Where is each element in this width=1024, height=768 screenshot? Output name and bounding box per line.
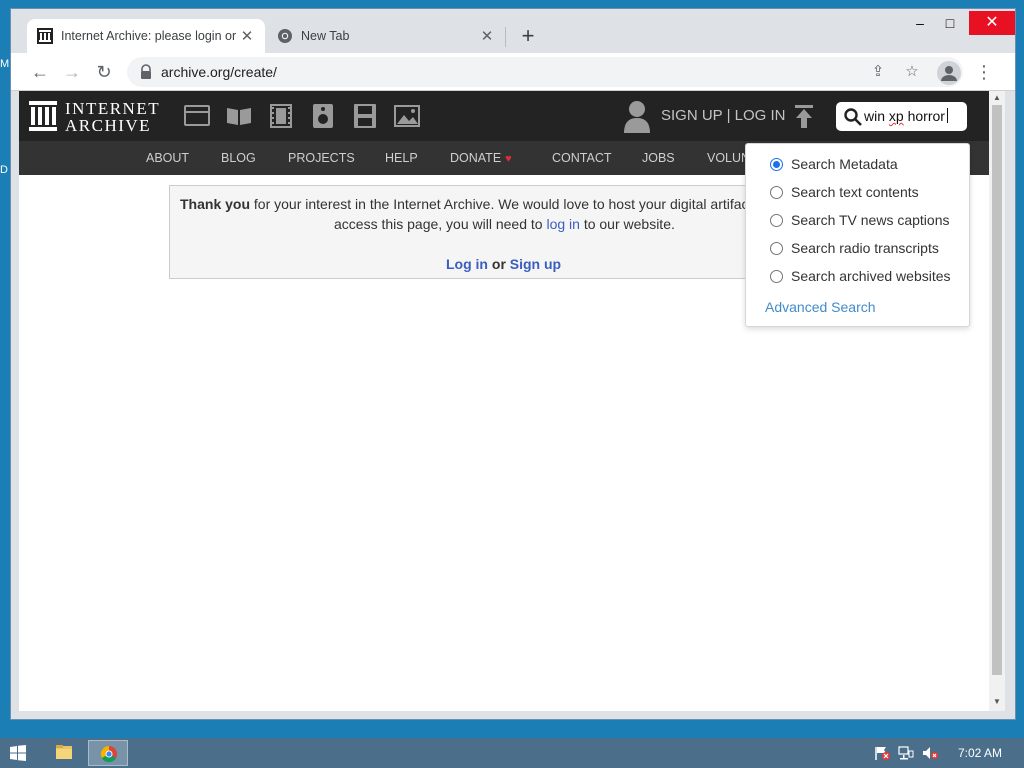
- notice-actions: Log in or Sign up: [446, 256, 562, 272]
- browser-toolbar: ← → ↻ archive.org/create/ ⇪ ☆ ⋮: [11, 53, 1015, 91]
- notice-line-2: access this page, you will need to log i…: [334, 216, 675, 232]
- texts-icon[interactable]: [225, 103, 253, 129]
- search-option-metadata[interactable]: Search Metadata: [770, 156, 898, 172]
- ia-logo[interactable]: INTERNET ARCHIVE: [29, 99, 169, 135]
- nav-jobs[interactable]: JOBS: [642, 151, 675, 165]
- page-viewport: INTERNET ARCHIVE SIGN UP | LOG IN win xp…: [19, 91, 989, 711]
- volume-muted-icon[interactable]: [922, 746, 938, 760]
- notice-line-1: Thank you for your interest in the Inter…: [180, 196, 749, 212]
- search-icon: [844, 108, 862, 126]
- nav-blog[interactable]: BLOG: [221, 151, 256, 165]
- ia-topnav: INTERNET ARCHIVE SIGN UP | LOG IN win xp…: [19, 91, 989, 141]
- radio-button[interactable]: [770, 213, 783, 227]
- search-option-websites[interactable]: Search archived websites: [770, 268, 951, 284]
- minimize-button[interactable]: –: [905, 11, 935, 35]
- heart-icon: ♥: [505, 153, 512, 165]
- tab-new-tab[interactable]: New Tab ✕: [267, 19, 505, 53]
- network-icon[interactable]: [898, 746, 914, 760]
- advanced-search-link[interactable]: Advanced Search: [765, 299, 876, 315]
- share-icon[interactable]: ⇪: [867, 61, 889, 83]
- forward-button[interactable]: →: [59, 59, 85, 85]
- web-icon[interactable]: [183, 103, 211, 129]
- profile-avatar-icon[interactable]: [937, 61, 961, 85]
- close-window-button[interactable]: ✕: [969, 11, 1015, 35]
- url-text: archive.org/create/: [161, 64, 277, 80]
- folder-icon: [56, 745, 72, 759]
- windows-start-icon[interactable]: [10, 745, 26, 761]
- logo-line-2: ARCHIVE: [65, 116, 152, 135]
- upload-icon[interactable]: [793, 105, 815, 129]
- nav-volunteer[interactable]: VOLUN: [707, 151, 750, 165]
- tab-title: New Tab: [301, 29, 350, 43]
- nav-donate[interactable]: DONATE ♥: [450, 151, 512, 165]
- search-query-text: win xp horror: [864, 108, 948, 124]
- nav-donate-label: DONATE: [450, 151, 502, 165]
- taskbar-chrome[interactable]: [88, 740, 128, 766]
- taskbar-file-explorer[interactable]: [44, 740, 84, 766]
- search-option-radio[interactable]: Search radio transcripts: [770, 240, 939, 256]
- tab-close-icon[interactable]: ✕: [479, 27, 495, 45]
- lock-icon: [139, 64, 153, 80]
- taskbar-clock[interactable]: 7:02 AM: [958, 746, 1002, 760]
- archive-building-icon: [29, 101, 57, 131]
- desktop-edge-glyph: D: [0, 164, 8, 176]
- browser-window: Internet Archive: please login or j ✕ Ne…: [10, 8, 1016, 720]
- user-icon[interactable]: [623, 99, 651, 133]
- nav-contact[interactable]: CONTACT: [552, 151, 612, 165]
- software-icon[interactable]: [351, 103, 379, 129]
- radio-button[interactable]: [770, 157, 783, 171]
- tab-title: Internet Archive: please login or j: [61, 29, 239, 43]
- radio-button[interactable]: [770, 185, 783, 199]
- sign-up-log-in-link[interactable]: SIGN UP | LOG IN: [661, 107, 785, 124]
- address-bar[interactable]: archive.org/create/ ⇪ ☆: [127, 57, 963, 87]
- new-tab-button[interactable]: +: [515, 23, 541, 49]
- search-input[interactable]: win xp horror: [836, 102, 967, 131]
- maximize-button[interactable]: □: [935, 11, 965, 35]
- archive-favicon-icon: [37, 28, 53, 44]
- audio-icon[interactable]: [309, 103, 337, 129]
- taskbar: 7:02 AM: [0, 738, 1024, 768]
- action-center-flag-icon[interactable]: [874, 746, 890, 760]
- page-scrollbar[interactable]: ▲ ▼: [989, 91, 1005, 711]
- radio-button[interactable]: [770, 241, 783, 255]
- login-notice: Thank you for your interest in the Inter…: [169, 185, 839, 279]
- nav-about[interactable]: ABOUT: [146, 151, 189, 165]
- video-icon[interactable]: [267, 103, 295, 129]
- browser-menu-icon[interactable]: ⋮: [975, 59, 993, 85]
- desktop-edge-glyph: M: [0, 58, 10, 70]
- search-option-text[interactable]: Search text contents: [770, 184, 919, 200]
- scroll-down-arrow-icon[interactable]: ▼: [992, 697, 1002, 707]
- nav-projects[interactable]: PROJECTS: [288, 151, 355, 165]
- tab-separator: [505, 27, 506, 47]
- bookmark-star-icon[interactable]: ☆: [901, 61, 923, 83]
- tab-internet-archive[interactable]: Internet Archive: please login or j ✕: [27, 19, 265, 53]
- tab-strip: Internet Archive: please login or j ✕ Ne…: [11, 9, 1015, 53]
- sign-up-link[interactable]: Sign up: [510, 256, 561, 272]
- chrome-favicon-icon: [277, 28, 293, 44]
- back-button[interactable]: ←: [27, 59, 53, 85]
- scroll-up-arrow-icon[interactable]: ▲: [992, 93, 1002, 103]
- search-option-tv[interactable]: Search TV news captions: [770, 212, 950, 228]
- radio-button[interactable]: [770, 269, 783, 283]
- chrome-icon: [100, 745, 117, 763]
- tab-close-icon[interactable]: ✕: [239, 27, 255, 45]
- images-icon[interactable]: [393, 103, 421, 129]
- nav-help[interactable]: HELP: [385, 151, 418, 165]
- inline-log-in-link[interactable]: log in: [546, 216, 579, 232]
- scroll-thumb[interactable]: [992, 105, 1002, 675]
- reload-button[interactable]: ↻: [91, 59, 117, 85]
- log-in-link[interactable]: Log in: [446, 256, 488, 272]
- search-options-dropdown: Search Metadata Search text contents Sea…: [745, 143, 970, 327]
